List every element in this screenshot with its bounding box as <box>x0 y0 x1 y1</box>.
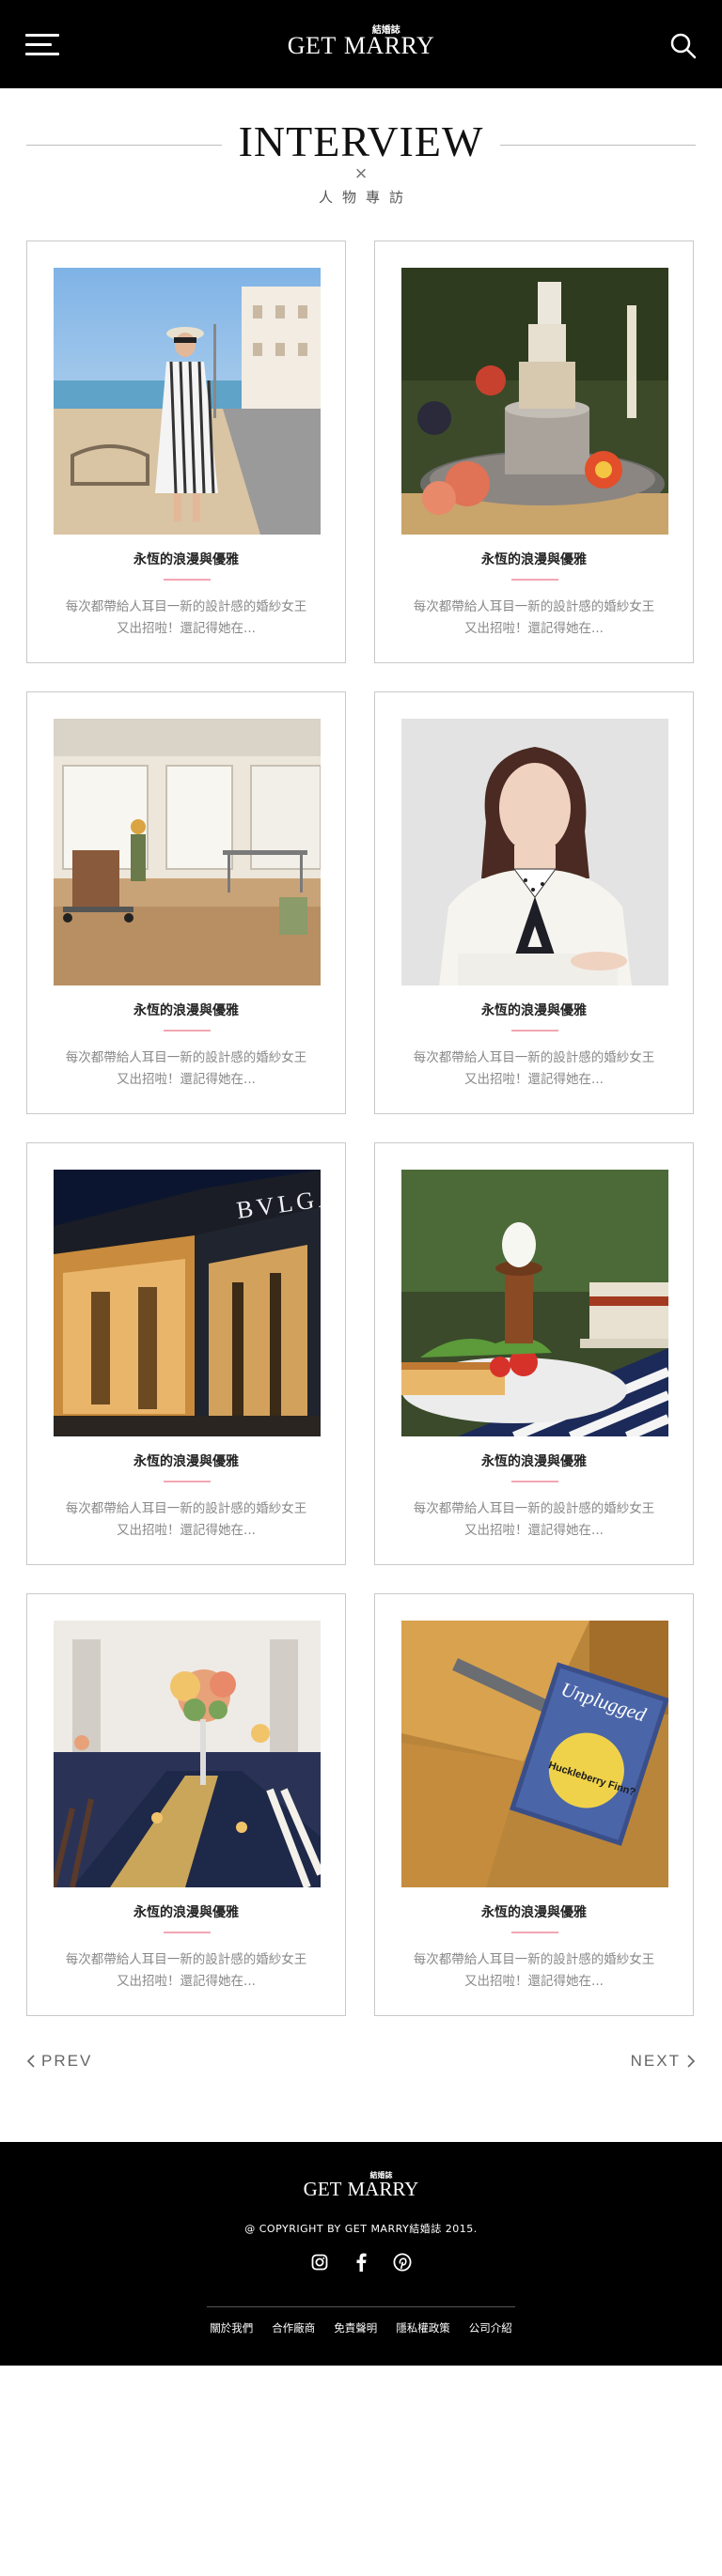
card-title[interactable]: 永恆的浪漫與優雅 <box>27 1001 345 1019</box>
studio-workshop-photo[interactable] <box>54 719 321 985</box>
card-description: 每次都帶給人耳目一新的設計感的婚紗女王又出招啦！還記得她在... <box>65 1501 307 1538</box>
article-card[interactable]: 永恆的浪漫與優雅 每次都帶給人耳目一新的設計感的婚紗女王又出招啦！還記得她在..… <box>26 691 346 1114</box>
article-card[interactable]: 永恆的浪漫與優雅 每次都帶給人耳目一新的設計感的婚紗女王又出招啦！還記得她在..… <box>26 241 346 663</box>
card-description: 每次都帶給人耳目一新的設計感的婚紗女王又出招啦！還記得她在... <box>65 599 307 636</box>
woman-portrait-photo[interactable] <box>401 719 668 985</box>
footer-links: 關於我們 合作廠商 免責聲明 隱私權政策 公司介紹 <box>0 2320 722 2335</box>
bvlgari-storefront-photo[interactable]: BVLGARI <box>54 1170 321 1436</box>
footer-logo-get: GET <box>303 2178 342 2200</box>
footer-logo-sub: 結婚誌 <box>369 2171 393 2180</box>
card-description: 每次都帶給人耳目一新的設計感的婚紗女王又出招啦！還記得她在... <box>413 1501 655 1538</box>
footer-divider <box>207 2306 515 2307</box>
instagram-icon[interactable] <box>310 2253 329 2272</box>
cheese-tower-photo[interactable] <box>401 268 668 535</box>
card-accent-line <box>511 579 558 581</box>
article-card[interactable]: 永恆的浪漫與優雅 每次都帶給人耳目一新的設計感的婚紗女王又出招啦！還記得她在..… <box>374 691 694 1114</box>
card-description: 每次都帶給人耳目一新的設計感的婚紗女王又出招啦！還記得她在... <box>413 1050 655 1087</box>
logo-marry: MARRY <box>343 32 435 59</box>
article-card[interactable]: 永恆的浪漫與優雅 每次都帶給人耳目一新的設計感的婚紗女王又出招啦！還記得她在..… <box>374 241 694 663</box>
page-title: INTERVIEW <box>238 117 484 165</box>
article-card[interactable]: Unplugged Huckleberry Finn? 永恆的浪漫與優雅 每次都… <box>374 1593 694 2016</box>
next-label: NEXT <box>630 2052 681 2070</box>
copyright-text: @ COPYRIGHT BY GET MARRY結婚誌 2015. <box>244 2223 478 2235</box>
social-links <box>0 2253 722 2272</box>
page-subtitle: 人物專訪 <box>318 189 413 206</box>
card-title[interactable]: 永恆的浪漫與優雅 <box>375 550 693 568</box>
section-heading: INTERVIEW × 人物專訪 <box>0 88 722 210</box>
search-icon[interactable] <box>669 32 698 60</box>
article-card[interactable]: 永恆的浪漫與優雅 每次都帶給人耳目一新的設計感的婚紗女王又出招啦！還記得她在..… <box>26 1593 346 2016</box>
pagination: PREV NEXT <box>0 2052 722 2089</box>
pinterest-icon[interactable] <box>393 2253 412 2272</box>
card-description: 每次都帶給人耳目一新的設計感的婚紗女王又出招啦！還記得她在... <box>65 1952 307 1989</box>
facebook-icon[interactable] <box>352 2253 370 2272</box>
card-title[interactable]: 永恆的浪漫與優雅 <box>27 1902 345 1921</box>
card-description: 每次都帶給人耳目一新的設計感的婚紗女王又出招啦！還記得她在... <box>413 1952 655 1989</box>
hamburger-menu-icon[interactable] <box>25 31 63 59</box>
breakfast-table-photo[interactable] <box>401 1170 668 1436</box>
article-card[interactable]: BVLGARI 永恆的浪漫與優雅 每次都帶給人耳目一新的設計感的婚紗女王又出招啦… <box>26 1142 346 1565</box>
card-description: 每次都帶給人耳目一新的設計感的婚紗女王又出招啦！還記得她在... <box>413 599 655 636</box>
card-title[interactable]: 永恆的浪漫與優雅 <box>27 1451 345 1470</box>
card-description: 每次都帶給人耳目一新的設計感的婚紗女王又出招啦！還記得她在... <box>65 1050 307 1087</box>
footer-logo-marry: MARRY <box>347 2178 419 2200</box>
site-logo[interactable]: GET 結婚誌 MARRY <box>287 25 435 60</box>
chevron-left-icon <box>26 2055 35 2068</box>
beach-woman-photo[interactable] <box>54 268 321 535</box>
card-accent-line <box>511 1932 558 1933</box>
wedding-banquet-photo[interactable] <box>54 1621 321 1887</box>
footer-link-partners[interactable]: 合作廠商 <box>272 2320 315 2335</box>
footer-link-disclaimer[interactable]: 免責聲明 <box>334 2320 377 2335</box>
card-accent-line <box>164 1481 211 1482</box>
prev-page-link[interactable]: PREV <box>26 2052 92 2071</box>
card-accent-line <box>511 1030 558 1032</box>
card-title[interactable]: 永恆的浪漫與優雅 <box>375 1001 693 1019</box>
card-title[interactable]: 永恆的浪漫與優雅 <box>375 1451 693 1470</box>
site-header: GET 結婚誌 MARRY <box>0 0 722 88</box>
chevron-right-icon <box>687 2055 696 2068</box>
logo-sub: 結婚誌 <box>371 25 400 36</box>
title-divider-right <box>500 145 696 146</box>
magazine-on-chair-photo[interactable]: Unplugged Huckleberry Finn? <box>401 1621 668 1887</box>
card-accent-line <box>164 1932 211 1933</box>
card-accent-line <box>511 1481 558 1482</box>
title-cross-glyph: × <box>354 162 368 185</box>
article-grid: 永恆的浪漫與優雅 每次都帶給人耳目一新的設計感的婚紗女王又出招啦！還記得她在..… <box>0 241 722 2016</box>
footer-logo[interactable]: GET 結婚誌 MARRY <box>0 2171 722 2201</box>
next-page-link[interactable]: NEXT <box>631 2052 696 2071</box>
article-card[interactable]: 永恆的浪漫與優雅 每次都帶給人耳目一新的設計感的婚紗女王又出招啦！還記得她在..… <box>374 1142 694 1565</box>
footer-link-privacy[interactable]: 隱私權政策 <box>396 2320 450 2335</box>
card-accent-line <box>164 579 211 581</box>
site-footer: GET 結婚誌 MARRY @ COPYRIGHT BY GET MARRY結婚… <box>0 2142 722 2366</box>
logo-get: GET <box>287 32 337 59</box>
card-title[interactable]: 永恆的浪漫與優雅 <box>375 1902 693 1921</box>
prev-label: PREV <box>41 2052 93 2070</box>
card-accent-line <box>164 1030 211 1032</box>
footer-link-company[interactable]: 公司介紹 <box>469 2320 512 2335</box>
card-title[interactable]: 永恆的浪漫與優雅 <box>27 550 345 568</box>
footer-link-about[interactable]: 關於我們 <box>210 2320 253 2335</box>
